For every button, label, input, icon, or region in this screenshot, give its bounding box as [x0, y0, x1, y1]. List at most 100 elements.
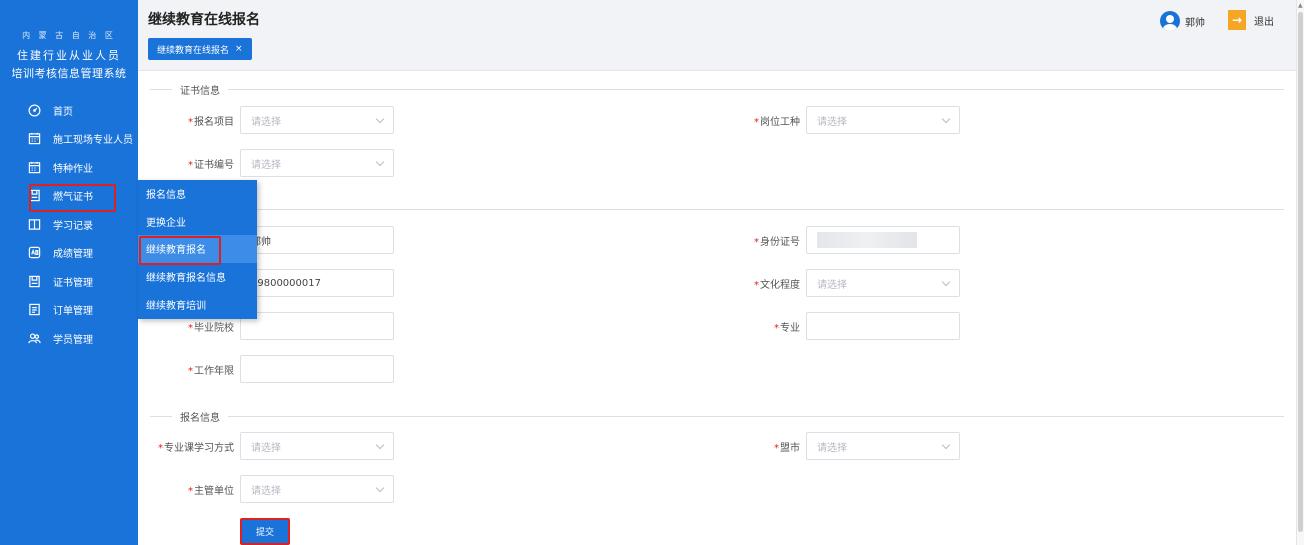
- sidebar-item-label: 订单管理: [53, 306, 93, 318]
- field-label: 专业: [780, 322, 800, 334]
- close-icon[interactable]: ×: [235, 44, 243, 54]
- field-major: *专业: [712, 312, 960, 340]
- project-select[interactable]: 请选择: [240, 106, 394, 134]
- section-title: 报名信息: [180, 412, 220, 424]
- chevron-down-icon: [375, 483, 385, 493]
- name-input[interactable]: 郭帅: [240, 226, 394, 254]
- chevron-down-icon: [375, 440, 385, 450]
- sidebar-item-gas-certificate[interactable]: 燃气证书: [0, 182, 138, 211]
- city-select[interactable]: 请选择: [806, 432, 960, 460]
- users-icon: [27, 331, 41, 345]
- field-study-mode: *专业课学习方式 请选择: [150, 432, 394, 460]
- chevron-down-icon: [941, 277, 951, 287]
- calendar-icon: [27, 160, 41, 174]
- sidebar-item-scores[interactable]: 成绩管理: [0, 239, 138, 268]
- section-divider: [150, 209, 1284, 210]
- order-icon: [27, 303, 41, 317]
- field-label: 身份证号: [760, 236, 800, 248]
- certificate-icon: [27, 274, 41, 288]
- field-post: *岗位工种 请选择: [712, 106, 960, 134]
- field-id-no: *身份证号: [712, 226, 960, 254]
- field-label: 主管单位: [194, 485, 234, 497]
- field-phone: 19800000017: [240, 269, 394, 297]
- work-years-input[interactable]: [240, 355, 394, 383]
- sidebar-item-special-ops[interactable]: 特种作业: [0, 153, 138, 182]
- field-project: *报名项目 请选择: [150, 106, 394, 134]
- field-label: 毕业院校: [194, 322, 234, 334]
- sidebar-item-label: 特种作业: [53, 163, 93, 175]
- logout-button[interactable]: → 退出: [1228, 10, 1274, 30]
- chevron-down-icon: [375, 114, 385, 124]
- tab-label: 继续教育在线报名: [157, 45, 230, 56]
- sidebar-item-study-records[interactable]: 学习记录: [0, 210, 138, 239]
- brand: 内 蒙 古 自 治 区 住建行业从业人员 培训考核信息管理系统: [0, 0, 138, 81]
- sidebar-item-label: 燃气证书: [53, 192, 93, 204]
- phone-input[interactable]: 19800000017: [240, 269, 394, 297]
- submit-button[interactable]: 提交: [240, 518, 290, 545]
- field-label: 文化程度: [760, 279, 800, 291]
- field-label: 证书编号: [194, 159, 234, 171]
- submenu-item-registration-info[interactable]: 报名信息: [138, 180, 257, 208]
- cert-no-select[interactable]: 请选择: [240, 149, 394, 177]
- id-no-input[interactable]: [806, 226, 960, 254]
- user-info[interactable]: 郭帅: [1160, 11, 1205, 31]
- gas-certificate-submenu: 报名信息 更换企业 继续教育报名 继续教育报名信息 继续教育培训: [138, 180, 257, 319]
- redacted-value: [817, 232, 917, 248]
- section-registration-info: 报名信息: [150, 409, 1284, 424]
- school-input[interactable]: [240, 312, 394, 340]
- submenu-item-continuing-education-registration[interactable]: 继续教育报名: [138, 235, 257, 265]
- vertical-scrollbar[interactable]: ▲: [1296, 0, 1304, 545]
- field-label: 盟市: [780, 442, 800, 454]
- section-title: 证书信息: [180, 85, 220, 97]
- field-label: 岗位工种: [760, 116, 800, 128]
- field-name: 郭帅: [240, 226, 394, 254]
- scrollbar-thumb[interactable]: [1298, 12, 1303, 532]
- scroll-up-icon[interactable]: ▲: [1298, 2, 1303, 9]
- section-certificate-info: 证书信息: [150, 82, 1284, 97]
- field-label: 专业课学习方式: [164, 442, 234, 454]
- brand-subtitle: 培训考核信息管理系统: [11, 67, 127, 80]
- field-label: 报名项目: [194, 116, 234, 128]
- field-authority: *主管单位 请选择: [150, 475, 394, 503]
- field-city: *盟市 请选择: [712, 432, 960, 460]
- book-icon: [27, 217, 41, 231]
- sidebar-item-students[interactable]: 学员管理: [0, 324, 138, 353]
- sidebar-item-label: 学员管理: [53, 334, 93, 346]
- certificate-icon: [27, 189, 41, 203]
- brand-title: 住建行业从业人员: [17, 49, 121, 62]
- study-mode-select[interactable]: 请选择: [240, 432, 394, 460]
- major-input[interactable]: [806, 312, 960, 340]
- user-name: 郭帅: [1185, 17, 1205, 29]
- chevron-down-icon: [941, 114, 951, 124]
- submenu-item-continuing-education-info[interactable]: 继续教育报名信息: [138, 263, 257, 291]
- avatar-icon: [1160, 11, 1180, 31]
- page-title: 继续教育在线报名: [148, 12, 260, 28]
- chevron-down-icon: [941, 440, 951, 450]
- authority-select[interactable]: 请选择: [240, 475, 394, 503]
- education-select[interactable]: 请选择: [806, 269, 960, 297]
- dashboard-icon: [27, 103, 41, 117]
- sidebar: 内 蒙 古 自 治 区 住建行业从业人员 培训考核信息管理系统 首页 施工现场专…: [0, 0, 138, 545]
- sidebar-item-certificates[interactable]: 证书管理: [0, 267, 138, 296]
- field-education: *文化程度 请选择: [712, 269, 960, 297]
- submenu-item-continuing-education-training[interactable]: 继续教育培训: [138, 290, 257, 318]
- field-label: 工作年限: [194, 365, 234, 377]
- sidebar-item-label: 证书管理: [53, 277, 93, 289]
- post-select[interactable]: 请选择: [806, 106, 960, 134]
- sidebar-item-construction[interactable]: 施工现场专业人员: [0, 125, 138, 154]
- logout-icon: →: [1228, 10, 1246, 30]
- score-icon: [27, 246, 41, 260]
- sidebar-item-label: 学习记录: [53, 220, 93, 232]
- sidebar-menu: 首页 施工现场专业人员 特种作业 燃气证书 学习记录 成绩管理 证书管理 订单管…: [0, 96, 138, 353]
- calendar-icon: [27, 132, 41, 146]
- field-work-years: *工作年限: [150, 355, 394, 383]
- logout-label: 退出: [1254, 16, 1274, 28]
- sidebar-item-label: 首页: [53, 106, 73, 118]
- submenu-item-change-company[interactable]: 更换企业: [138, 208, 257, 236]
- tab-continuing-education[interactable]: 继续教育在线报名 ×: [148, 38, 252, 60]
- sidebar-item-home[interactable]: 首页: [0, 96, 138, 125]
- chevron-down-icon: [375, 157, 385, 167]
- header: 继续教育在线报名 继续教育在线报名 × 郭帅 → 退出: [138, 0, 1296, 71]
- sidebar-item-label: 成绩管理: [53, 249, 93, 261]
- sidebar-item-orders[interactable]: 订单管理: [0, 296, 138, 325]
